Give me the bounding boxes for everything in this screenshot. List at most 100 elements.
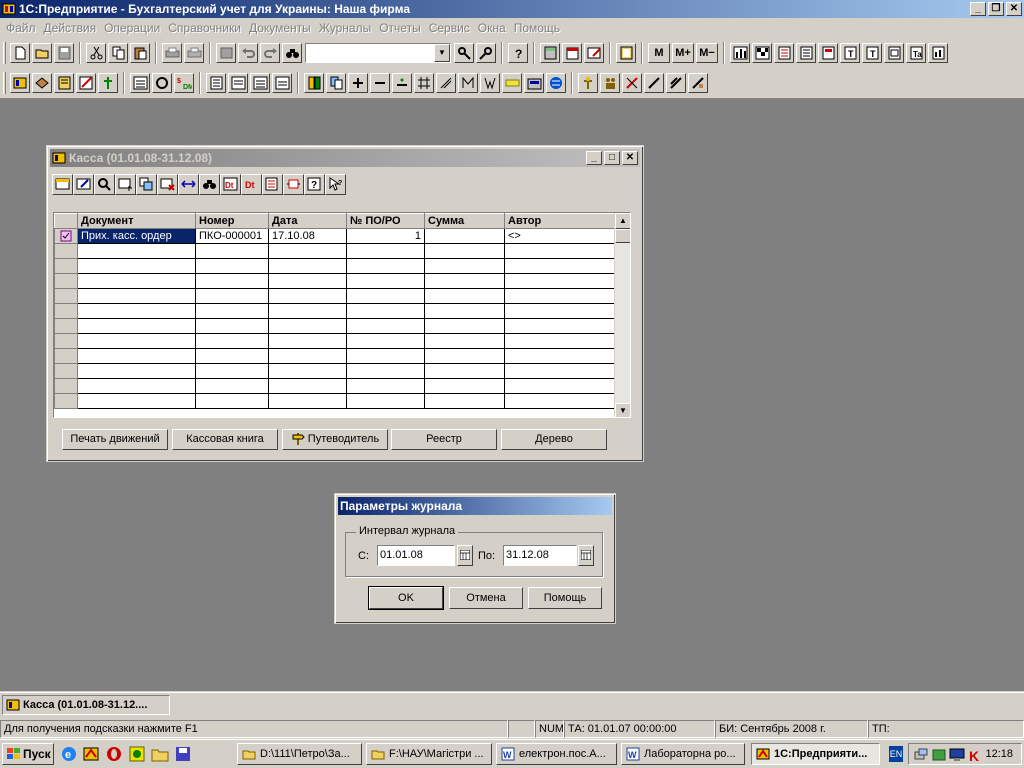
empty-cell[interactable] — [195, 363, 269, 379]
empty-cell[interactable] — [424, 288, 505, 304]
kassa-entries-button[interactable] — [262, 173, 283, 195]
empty-cell[interactable] — [504, 258, 616, 274]
print-button[interactable] — [162, 43, 182, 63]
kaspersky-tray-icon[interactable]: K — [967, 747, 983, 763]
report-button-10[interactable] — [928, 43, 948, 63]
task-word-lab[interactable]: W Лабораторна ро... — [621, 743, 745, 765]
cash-book-button[interactable]: Кассовая книга — [172, 429, 278, 450]
diagonal-button[interactable] — [436, 73, 456, 93]
save-button[interactable] — [54, 43, 74, 63]
empty-cell[interactable] — [346, 258, 425, 274]
empty-cell[interactable] — [424, 363, 505, 379]
open-button[interactable] — [32, 43, 52, 63]
empty-cell[interactable] — [268, 348, 347, 364]
column-header-author[interactable]: Автор — [504, 213, 616, 229]
empty-cell[interactable] — [268, 363, 347, 379]
grid-button[interactable] — [414, 73, 434, 93]
task-word-electron[interactable]: Wелектрон.пос.А... — [496, 743, 617, 765]
properties-button[interactable] — [216, 43, 236, 63]
empty-cell[interactable] — [424, 273, 505, 289]
empty-cell[interactable] — [346, 348, 425, 364]
menu-reports[interactable]: Отчеты — [375, 21, 424, 35]
menu-file[interactable]: Файл — [2, 21, 40, 35]
empty-cell[interactable] — [504, 303, 616, 319]
empty-cell[interactable] — [195, 378, 269, 394]
kassa-unpost-button[interactable]: Dt — [241, 173, 262, 195]
empty-table-row[interactable] — [54, 363, 616, 379]
memory-minus-button[interactable]: M− — [696, 43, 718, 63]
tmc-button[interactable] — [130, 73, 150, 93]
kassa-title-bar[interactable]: Касса (01.01.08-31.12.08) _ □ ✕ — [50, 149, 640, 167]
cell-document[interactable]: Прих. касс. ордер — [77, 228, 196, 244]
empty-table-row[interactable] — [54, 273, 616, 289]
column-header-document[interactable]: Документ — [77, 213, 196, 229]
empty-cell[interactable] — [268, 318, 347, 334]
operations-button[interactable] — [32, 73, 52, 93]
docs-button[interactable] — [304, 73, 324, 93]
empty-cell[interactable] — [77, 393, 196, 409]
empty-table-row[interactable] — [54, 318, 616, 334]
app-title-bar[interactable]: 1С:Предприятие - Бухгалтерский учет для … — [0, 0, 1024, 18]
folder-quicklaunch-icon[interactable] — [151, 745, 169, 763]
empty-cell[interactable] — [195, 288, 269, 304]
empty-cell[interactable] — [346, 378, 425, 394]
cancel-button[interactable]: Отмена — [449, 587, 523, 609]
kassa-maximize-button[interactable]: □ — [604, 151, 620, 165]
antivirus-tray-icon[interactable] — [931, 747, 947, 763]
empty-table-row[interactable] — [54, 288, 616, 304]
empty-cell[interactable] — [77, 288, 196, 304]
empty-table-row[interactable] — [54, 393, 616, 409]
empty-cell[interactable] — [195, 348, 269, 364]
cut-button[interactable] — [86, 43, 106, 63]
empty-cell[interactable] — [504, 333, 616, 349]
kassa-minimize-button[interactable]: _ — [586, 151, 602, 165]
empty-cell[interactable] — [77, 333, 196, 349]
start-button[interactable]: Пуск — [2, 743, 54, 765]
tree-view-button[interactable] — [98, 73, 118, 93]
empty-cell[interactable] — [424, 303, 505, 319]
payment-button[interactable] — [272, 73, 292, 93]
journal-grid[interactable]: Документ Номер Дата № ПО/РО Сумма Автор … — [53, 212, 631, 418]
cash-register-button[interactable] — [524, 73, 544, 93]
media-quicklaunch-icon[interactable] — [128, 745, 146, 763]
1c-quicklaunch-icon[interactable] — [82, 745, 100, 763]
guide-toolbar-button[interactable] — [578, 73, 598, 93]
help-button[interactable]: ? — [508, 43, 528, 63]
empty-cell[interactable] — [54, 318, 78, 334]
copy-button[interactable] — [108, 43, 128, 63]
empty-cell[interactable] — [424, 333, 505, 349]
grid-vertical-scrollbar[interactable]: ▲ ▼ — [614, 213, 630, 417]
search-forward-button[interactable] — [454, 43, 474, 63]
empty-cell[interactable] — [195, 303, 269, 319]
menu-catalogs[interactable]: Справочники — [164, 21, 245, 35]
empty-cell[interactable] — [77, 363, 196, 379]
empty-cell[interactable] — [195, 393, 269, 409]
subtract-button[interactable] — [370, 73, 390, 93]
menu-service[interactable]: Сервис — [425, 21, 474, 35]
empty-cell[interactable] — [268, 288, 347, 304]
kassa-edit-button[interactable] — [73, 173, 94, 195]
list-button[interactable] — [206, 73, 226, 93]
scroll-up-arrow[interactable]: ▲ — [615, 213, 630, 229]
to-date-input[interactable]: 31.12.08 — [503, 545, 577, 566]
to-calendar-button[interactable] — [578, 545, 594, 566]
guide-button[interactable]: Путеводитель — [282, 429, 388, 450]
money-button[interactable] — [502, 73, 522, 93]
kassa-find-button[interactable] — [199, 173, 220, 195]
empty-cell[interactable] — [77, 273, 196, 289]
empty-table-row[interactable] — [54, 258, 616, 274]
kassa-structure-button[interactable] — [283, 173, 304, 195]
ie-quicklaunch-icon[interactable]: e — [60, 745, 78, 763]
empty-cell[interactable] — [346, 243, 425, 259]
toolbar-grip[interactable] — [3, 42, 6, 64]
empty-cell[interactable] — [54, 348, 78, 364]
mark-button[interactable] — [458, 73, 478, 93]
kassa-width-button[interactable] — [178, 173, 199, 195]
empty-cell[interactable] — [504, 348, 616, 364]
empty-cell[interactable] — [54, 288, 78, 304]
dialog-title-bar[interactable]: Параметры журнала — [338, 497, 612, 515]
journal-button[interactable] — [10, 73, 30, 93]
cell-date[interactable]: 17.10.08 — [268, 228, 347, 244]
empty-cell[interactable] — [54, 333, 78, 349]
report-button-3[interactable] — [774, 43, 794, 63]
